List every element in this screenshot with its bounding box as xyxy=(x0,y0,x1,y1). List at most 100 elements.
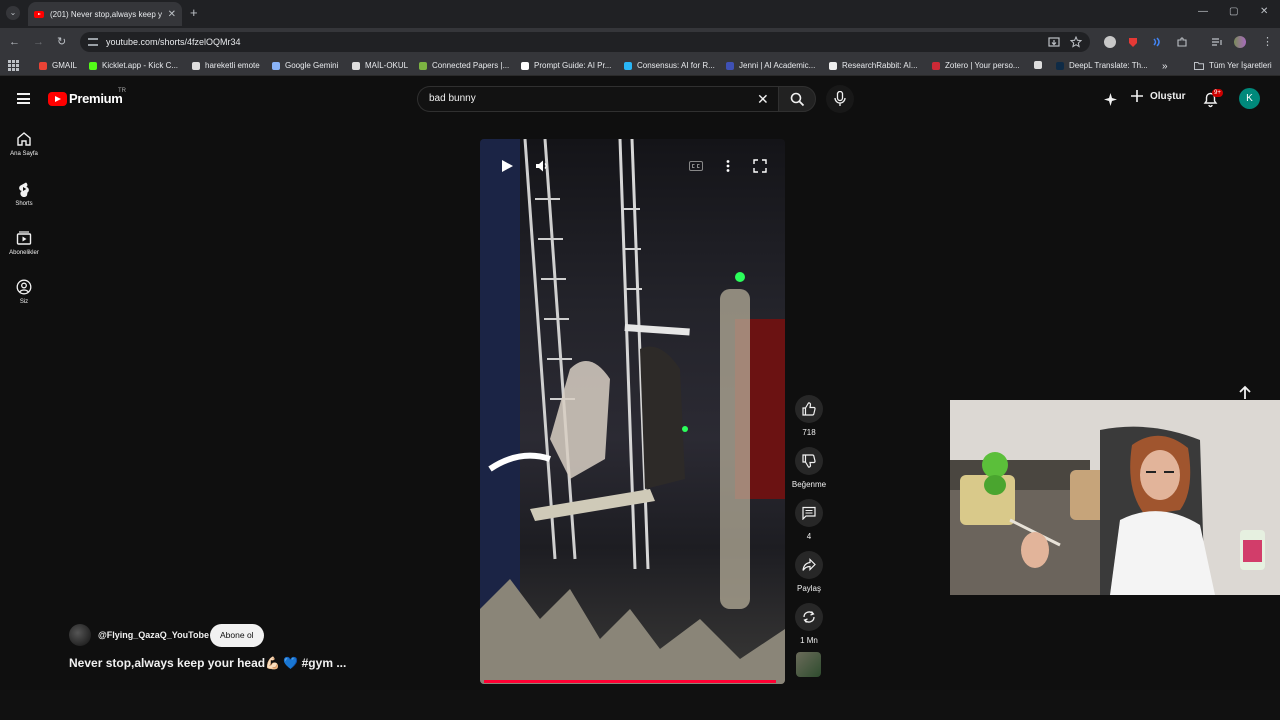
bookmark-item[interactable] xyxy=(1034,61,1047,69)
all-bookmarks-folder[interactable]: Tüm Yer İşaretleri xyxy=(1194,61,1272,70)
microphone-icon xyxy=(834,91,846,106)
cast-explore-icon[interactable] xyxy=(1103,92,1118,107)
address-bar[interactable]: youtube.com/shorts/4fzelOQMr34 xyxy=(80,32,1090,52)
subscribe-button[interactable]: Abone ol xyxy=(210,624,264,647)
bookmark-item[interactable]: Connected Papers |... xyxy=(419,61,509,70)
sidebar-item-home[interactable]: Ana Sayfa xyxy=(0,131,48,157)
volume-icon[interactable] xyxy=(535,159,549,173)
bookmark-item[interactable]: Prompt Guide: AI Pr... xyxy=(521,61,611,70)
more-options-icon[interactable] xyxy=(725,159,731,173)
remix-button[interactable]: 1 Mn xyxy=(790,603,828,645)
bookmark-label: Prompt Guide: AI Pr... xyxy=(534,61,612,70)
minimize-button[interactable]: — xyxy=(1198,6,1208,17)
youtube-header: Premium TR bad bunny ✕ Oluştur 9+ K xyxy=(0,77,1280,121)
youtube-logo-text[interactable]: Premium xyxy=(69,91,123,106)
new-tab-button[interactable]: + xyxy=(190,6,198,20)
bookmark-label: hareketli emote xyxy=(205,61,260,70)
previous-short-arrow-icon[interactable] xyxy=(1237,385,1253,401)
bookmark-favicon-icon xyxy=(89,61,97,70)
site-info-icon[interactable] xyxy=(88,38,98,46)
remix-icon xyxy=(803,611,815,623)
bookmark-favicon-icon xyxy=(932,61,940,70)
restore-button[interactable]: ▢ xyxy=(1229,6,1238,17)
reload-icon[interactable]: ↻ xyxy=(57,35,66,49)
bookmark-item[interactable]: ResearchRabbit: AI... xyxy=(829,61,918,70)
bookmark-label: ResearchRabbit: AI... xyxy=(842,61,918,70)
video-progress-bar[interactable] xyxy=(484,680,777,683)
bookmark-item[interactable]: MAİL-OKUL xyxy=(352,61,408,70)
webcam-overlay xyxy=(950,400,1280,595)
bookmark-item[interactable]: Zotero | Your perso... xyxy=(932,61,1020,70)
notifications-count-badge: 9+ xyxy=(1212,89,1223,97)
clear-search-icon[interactable]: ✕ xyxy=(757,91,769,107)
profile-avatar-icon[interactable] xyxy=(1234,36,1246,48)
shorts-video-player[interactable] xyxy=(480,139,785,684)
bookmark-favicon-icon xyxy=(1056,61,1064,70)
create-button[interactable]: Oluştur xyxy=(1130,89,1186,103)
chrome-menu-icon[interactable]: ⋮ xyxy=(1262,35,1273,49)
remix-circle xyxy=(795,603,823,631)
search-button[interactable] xyxy=(778,86,816,112)
youtube-logo-icon[interactable] xyxy=(48,92,67,106)
bookmarks-overflow-button[interactable]: » xyxy=(1162,61,1168,72)
apps-grid-icon[interactable] xyxy=(8,60,19,71)
account-avatar[interactable]: K xyxy=(1239,88,1260,109)
bookmark-item[interactable]: hareketli emote xyxy=(192,61,260,70)
sidebar-item-shorts[interactable]: Shorts xyxy=(0,181,48,207)
fullscreen-icon[interactable] xyxy=(753,159,767,173)
tab-title: (201) Never stop,always keep y xyxy=(50,9,163,19)
bookmark-item[interactable]: DeepL Translate: Th... xyxy=(1056,61,1148,70)
like-circle xyxy=(795,395,823,423)
channel-avatar[interactable] xyxy=(69,624,91,646)
browser-tab-active[interactable]: (201) Never stop,always keep y ✕ xyxy=(28,2,182,26)
bookmark-label: Zotero | Your perso... xyxy=(945,61,1020,70)
subscriptions-icon xyxy=(16,231,32,245)
search-input[interactable]: bad bunny xyxy=(417,86,779,112)
bookmark-label: DeepL Translate: Th... xyxy=(1069,61,1148,70)
menu-hamburger-icon[interactable] xyxy=(17,93,30,104)
share-arrow-icon xyxy=(802,558,816,571)
bookmark-favicon-icon xyxy=(272,61,280,70)
extensions-puzzle-icon[interactable] xyxy=(1176,36,1188,48)
like-button[interactable]: 718 xyxy=(790,395,828,437)
bookmark-favicon-icon xyxy=(624,61,632,70)
sidebar-item-label: Shorts xyxy=(15,201,33,207)
bookmark-star-icon[interactable] xyxy=(1070,36,1082,48)
extension-icon-3[interactable] xyxy=(1151,36,1163,48)
bookmark-favicon-icon xyxy=(192,61,200,70)
share-circle xyxy=(795,551,823,579)
video-frame-image xyxy=(480,139,785,684)
thumbs-up-icon xyxy=(802,402,816,416)
channel-name[interactable]: @Flying_QazaQ_YouTobe xyxy=(98,630,209,640)
share-button[interactable]: Paylaş xyxy=(790,551,828,593)
comments-button[interactable]: 4 xyxy=(790,499,828,541)
sound-thumbnail[interactable] xyxy=(796,652,821,677)
play-icon[interactable] xyxy=(500,159,514,173)
browser-toolbar: ← → ↻ youtube.com/shorts/4fzelOQMr34 ⋮ xyxy=(0,28,1280,56)
media-control-icon[interactable] xyxy=(1211,36,1223,48)
bookmark-label: GMAIL xyxy=(52,61,77,70)
bookmark-item[interactable]: Kicklet.app - Kick C... xyxy=(89,61,178,70)
tab-close-icon[interactable]: ✕ xyxy=(168,9,176,20)
voice-search-button[interactable] xyxy=(826,85,854,113)
bookmark-label: MAİL-OKUL xyxy=(365,61,409,70)
bookmark-item[interactable]: GMAIL xyxy=(39,61,77,70)
forward-arrow-icon[interactable]: → xyxy=(33,35,44,49)
bookmark-item[interactable]: Consensus: AI for R... xyxy=(624,61,715,70)
sidebar-item-subscriptions[interactable]: Abonelikler xyxy=(0,230,48,256)
install-app-icon[interactable] xyxy=(1048,36,1060,48)
bookmark-item[interactable]: Jenni | AI Academic... xyxy=(726,61,815,70)
tab-search-button[interactable]: ⌄ xyxy=(6,6,20,20)
sidebar-item-you[interactable]: Siz xyxy=(0,279,48,305)
captions-icon[interactable] xyxy=(689,161,703,171)
bookmark-item[interactable]: Google Gemini xyxy=(272,61,338,70)
short-title[interactable]: Never stop,always keep your head💪🏻 💙 #gy… xyxy=(69,656,346,670)
dislike-label: Beğenme xyxy=(791,480,827,489)
extension-icon-2[interactable] xyxy=(1127,36,1139,48)
dislike-button[interactable]: Beğenme xyxy=(790,447,828,489)
close-window-button[interactable]: ✕ xyxy=(1260,6,1268,17)
bookmark-favicon-icon xyxy=(829,61,837,70)
extension-icon-1[interactable] xyxy=(1104,36,1116,48)
back-arrow-icon[interactable]: ← xyxy=(9,35,20,49)
logo-region-code: TR xyxy=(118,88,126,94)
